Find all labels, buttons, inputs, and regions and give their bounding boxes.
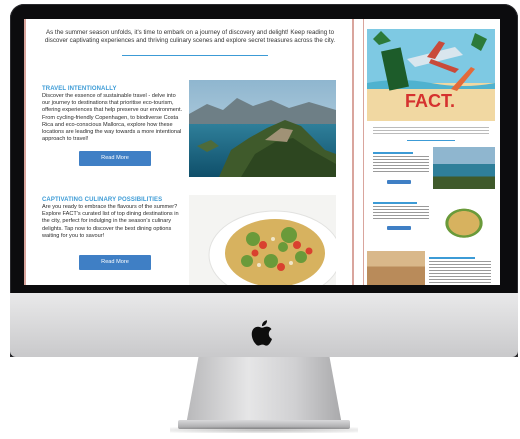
imac-screen: As the summer season unfolds, it's time … <box>24 19 500 285</box>
preview-section-body-3 <box>429 261 491 283</box>
preview-intro-lines <box>373 127 489 135</box>
preview-city-photo <box>367 251 425 285</box>
preview-read-more-1[interactable] <box>387 180 411 184</box>
preview-section-body-2 <box>373 206 429 220</box>
coastal-landscape-photo <box>189 80 336 177</box>
preview-section-title-1 <box>373 152 413 154</box>
preview-read-more-2[interactable] <box>387 226 411 230</box>
newsletter-email-view[interactable]: As the summer season unfolds, it's time … <box>24 19 354 285</box>
fact-logo: FACT. <box>405 91 455 111</box>
section-body-travel: Discover the essence of sustainable trav… <box>42 93 183 143</box>
imac-stand-neck <box>186 357 342 425</box>
summer-hero-illustration: FACT. <box>367 29 495 121</box>
preview-pasta-photo <box>433 199 495 243</box>
pasta-salad-photo <box>189 195 336 285</box>
intro-divider <box>122 55 268 56</box>
read-more-button-culinary[interactable]: Read More <box>79 255 151 270</box>
section-title-culinary: CAPTIVATING CULINARY POSSIBILITIES <box>42 197 163 203</box>
preview-divider <box>407 140 455 141</box>
newsletter-intro-text: As the summer season unfolds, it's time … <box>44 29 336 44</box>
preview-section-title-2 <box>373 202 417 204</box>
newsletter-preview-pane[interactable]: FACT. <box>363 19 500 285</box>
preview-coast-photo <box>433 147 495 189</box>
section-body-culinary: Are you ready to embrace the flavours of… <box>42 204 179 239</box>
imac-shadow <box>170 427 358 433</box>
preview-section-title-3 <box>429 257 475 259</box>
preview-content: FACT. <box>367 19 495 285</box>
apple-logo-icon <box>251 320 272 346</box>
preview-section-body-1 <box>373 156 429 172</box>
read-more-button-travel[interactable]: Read More <box>79 151 151 166</box>
section-title-travel: TRAVEL INTENTIONALLY <box>42 86 117 92</box>
